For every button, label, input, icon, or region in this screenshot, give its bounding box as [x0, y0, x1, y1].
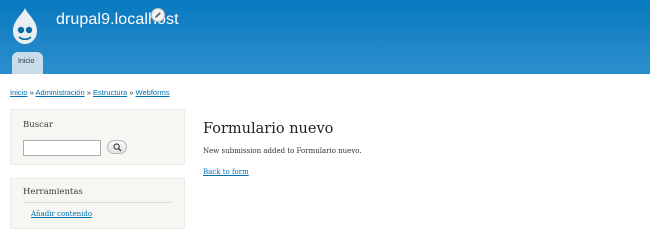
back-to-form-link[interactable]: Back to form [203, 168, 249, 176]
pencil-icon[interactable] [151, 8, 165, 22]
tools-block-title: Herramientas [23, 187, 83, 197]
page-title: Formulario nuevo [203, 121, 334, 137]
tools-block: Herramientas Añadir contenido [10, 178, 185, 229]
search-icon [113, 143, 122, 152]
add-content-link[interactable]: Añadir contenido [31, 210, 92, 218]
breadcrumb-webforms[interactable]: Webforms [136, 88, 170, 97]
tools-divider [23, 202, 172, 203]
breadcrumb-separator: » [29, 88, 34, 97]
breadcrumb-administracion[interactable]: Administración [35, 88, 84, 97]
breadcrumb-separator: » [129, 88, 134, 97]
search-block: Buscar [10, 109, 185, 165]
site-header: drupal9.localhost Inicio [0, 0, 650, 74]
search-button[interactable] [107, 140, 127, 154]
status-message: New submission added to Formulario nuevo… [203, 147, 362, 155]
drupal-drop-icon[interactable] [10, 6, 40, 46]
tab-inicio-label: Inicio [18, 58, 35, 65]
tab-inicio[interactable]: Inicio [12, 52, 43, 74]
breadcrumb-estructura[interactable]: Estructura [93, 88, 127, 97]
breadcrumb-inicio[interactable]: Inicio [10, 88, 28, 97]
search-input[interactable] [23, 140, 101, 156]
breadcrumb-separator: » [86, 88, 91, 97]
search-block-title: Buscar [23, 120, 53, 130]
breadcrumb: Inicio » Administración » Estructura » W… [10, 88, 170, 97]
